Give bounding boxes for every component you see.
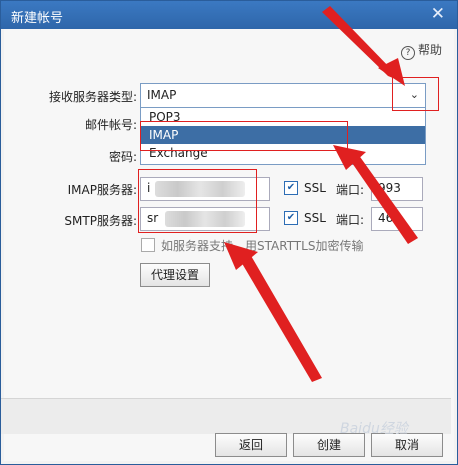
blurred-text <box>165 211 245 227</box>
smtp-server-value: sr <box>147 211 159 225</box>
blurred-text <box>155 181 245 197</box>
imap-ssl-label: SSL <box>304 181 326 195</box>
title-bar: 新建帐号 ✕ <box>1 1 457 29</box>
option-imap[interactable]: IMAP <box>141 126 425 144</box>
chevron-down-icon[interactable]: ⌄ <box>410 88 419 101</box>
imap-port-value: 993 <box>378 181 401 195</box>
server-type-label: 接收服务器类型: <box>48 90 137 104</box>
proxy-settings-button[interactable]: 代理设置 <box>140 263 210 287</box>
smtp-server-label: SMTP服务器: <box>64 214 137 228</box>
mail-account-label: 邮件帐号: <box>84 118 137 132</box>
option-exchange[interactable]: Exchange <box>141 144 425 162</box>
smtp-ssl-label: SSL <box>304 211 326 225</box>
option-pop3[interactable]: POP3 <box>141 108 425 126</box>
smtp-ssl-checkbox[interactable]: ✔ <box>284 211 298 225</box>
imap-server-value: i <box>147 181 151 195</box>
close-icon[interactable]: ✕ <box>431 4 445 24</box>
starttls-checkbox[interactable]: ✔ <box>141 238 155 252</box>
server-type-value: IMAP <box>147 88 177 102</box>
smtp-server-input[interactable]: sr <box>140 207 270 231</box>
password-label: 密码: <box>108 150 137 164</box>
help-label: 帮助 <box>418 43 443 57</box>
watermark: Baidu经验 <box>340 421 408 437</box>
smtp-port-input[interactable]: 465 <box>371 207 423 231</box>
imap-server-input[interactable]: i <box>140 177 270 201</box>
imap-server-label: IMAP服务器: <box>67 183 137 197</box>
help-icon: ? <box>401 46 415 60</box>
server-type-dropdown: POP3 IMAP Exchange <box>140 107 426 165</box>
starttls-label: 如服务器支持，用STARTTLS加密传输 <box>161 239 364 253</box>
imap-port-label: 端口: <box>336 183 365 197</box>
dialog-title: 新建帐号 <box>11 11 64 26</box>
server-type-select[interactable]: IMAP ⌄ <box>140 83 426 109</box>
back-button[interactable]: 返回 <box>215 433 287 457</box>
imap-port-input[interactable]: 993 <box>371 177 423 201</box>
imap-ssl-checkbox[interactable]: ✔ <box>284 181 298 195</box>
help-link[interactable]: ? 帮助 <box>401 41 442 60</box>
smtp-port-label: 端口: <box>336 213 365 227</box>
smtp-port-value: 465 <box>378 211 401 225</box>
new-account-dialog: 新建帐号 ✕ ? 帮助 接收服务器类型: IMAP ⌄ POP3 IMAP Exc… <box>0 0 458 465</box>
